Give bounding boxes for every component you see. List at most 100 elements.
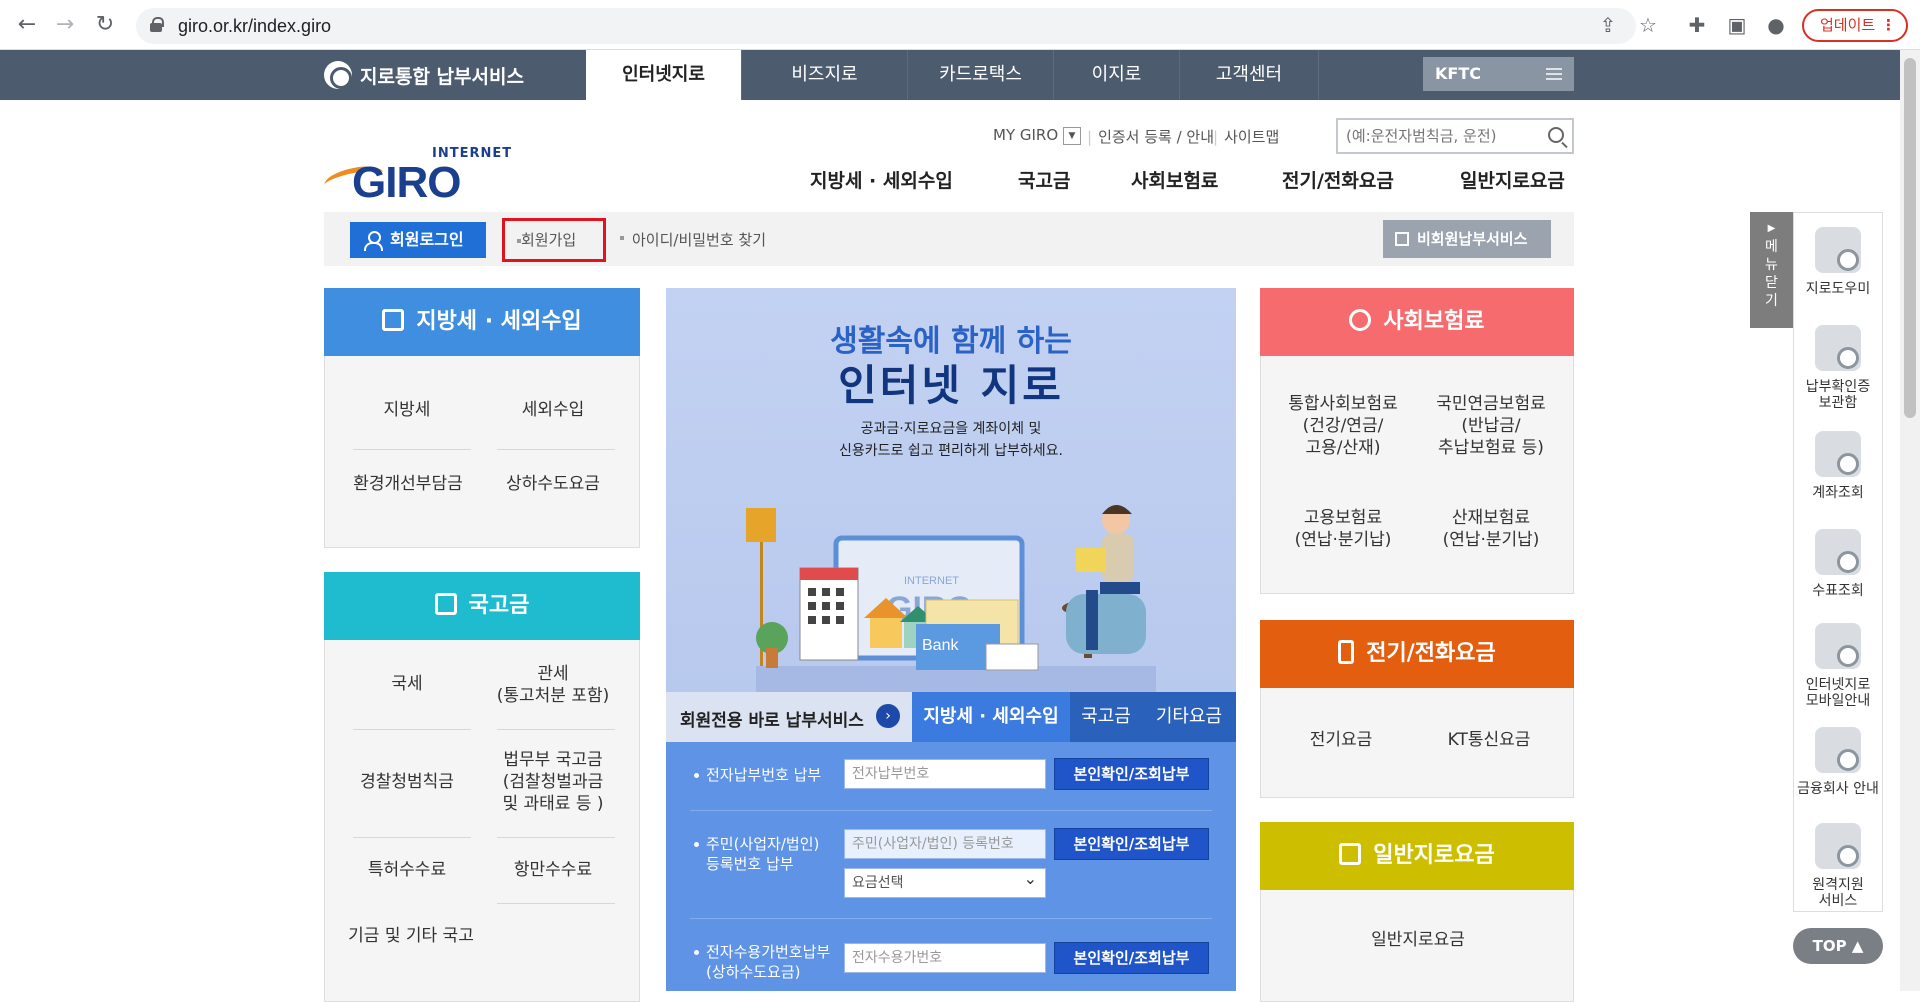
water-account-input[interactable]: 전자수용가번호	[844, 943, 1046, 973]
util-sitemap[interactable]: 사이트맵	[1213, 126, 1279, 147]
extensions-icon[interactable]: ✚	[1685, 13, 1709, 37]
util-mygiro[interactable]: MY GIRO	[993, 126, 1058, 144]
police-fine-item[interactable]: 경찰청범칙금	[347, 771, 467, 793]
nonmember-payment-button[interactable]: 비회원납부서비스	[1383, 220, 1551, 258]
electricity-item[interactable]: 전기요금	[1281, 729, 1401, 751]
employment-insurance-item[interactable]: 고용보험료 (연납·분기납)	[1273, 507, 1413, 551]
hamburger-icon	[1546, 68, 1562, 80]
logo-giro-text: GIRO	[352, 158, 461, 207]
national-title: 국고금	[468, 593, 530, 618]
divider	[497, 903, 615, 904]
update-button[interactable]: 업데이트 ⋮	[1802, 9, 1908, 42]
kftc-menu-button[interactable]: KFTC	[1423, 57, 1574, 91]
search-input[interactable]	[1338, 120, 1538, 152]
general-header[interactable]: 일반지로요금	[1260, 822, 1574, 890]
divider	[690, 810, 1212, 811]
env-charge-item[interactable]: 환경개선부담금	[339, 473, 477, 495]
close-menu-label: 메 뉴 닫 기	[1765, 239, 1778, 309]
divider	[497, 729, 615, 730]
non-tax-item[interactable]: 세외수입	[493, 399, 613, 421]
giro-logo[interactable]: INTERNET GIRO	[322, 146, 511, 207]
justice-item[interactable]: 법무부 국고금 (검찰청벌과금 및 과태료 등 )	[489, 749, 617, 815]
menu-national[interactable]: 국고금	[1018, 166, 1070, 193]
menu-social[interactable]: 사회보험료	[1131, 166, 1218, 193]
verify-button-3[interactable]: 본인확인/조회납부	[1054, 942, 1209, 974]
resident-no-input[interactable]: 주민(사업자/법인) 등록번호	[844, 829, 1046, 859]
quick-remote-support[interactable]: 원격지원 서비스	[1794, 823, 1882, 909]
port-fee-item[interactable]: 항만수수료	[493, 859, 613, 881]
tab-ezgiro[interactable]: 이지로	[1053, 50, 1179, 100]
quick-receipt-box[interactable]: 납부확인증 보관함	[1794, 325, 1882, 411]
sidepanel-icon[interactable]: ▣	[1725, 13, 1749, 37]
search-box	[1336, 118, 1574, 154]
address-bar[interactable]: giro.or.kr/index.giro	[136, 8, 1636, 44]
general-title: 일반지로요금	[1373, 843, 1495, 868]
main-banner[interactable]: 생활속에 함께 하는 인터넷 지로 공과금·지로요금을 계좌이체 및 신용카드로…	[666, 288, 1236, 692]
tab-national[interactable]: 국고금	[1070, 692, 1142, 742]
payment-form: 전자납부번호 납부 전자납부번호 본인확인/조회납부 주민(사업자/법인) 등록…	[666, 742, 1236, 991]
local-tax-item[interactable]: 지방세	[347, 399, 467, 421]
login-bar: 회원로그인 회원가입 아이디/비밀번호 찾기 비회원납부서비스	[324, 212, 1574, 266]
scrollbar-thumb[interactable]	[1904, 58, 1916, 418]
join-link[interactable]: 회원가입	[502, 218, 606, 262]
menu-general[interactable]: 일반지로요금	[1460, 166, 1565, 193]
coins-icon	[434, 593, 457, 615]
water-fee-item[interactable]: 상하수도요금	[493, 473, 613, 495]
fund-item[interactable]: 기금 및 기타 국고	[341, 925, 481, 947]
social-header[interactable]: 사회보험료	[1260, 288, 1574, 356]
quick-giro-helper[interactable]: 지로도우미	[1794, 227, 1882, 297]
tab-etc-fee[interactable]: 기타요금	[1142, 692, 1236, 742]
login-button[interactable]: 회원로그인	[350, 222, 486, 258]
lock-icon	[150, 17, 164, 32]
close-menu-tab[interactable]: ▶ 메 뉴 닫 기	[1750, 212, 1793, 328]
tab-internet-giro[interactable]: 인터넷지로	[586, 50, 741, 100]
util-cert[interactable]: 인증서 등록 / 안내	[1087, 126, 1214, 147]
social-panel: 사회보험료 통합사회보험료 (건강/연금/ 고용/산재) 국민연금보험료 (반납…	[1260, 288, 1574, 594]
national-header[interactable]: 국고금	[324, 572, 640, 640]
electronic-no-input[interactable]: 전자납부번호	[844, 759, 1046, 789]
quick-label: 인터넷지로 모바일안내	[1805, 677, 1871, 709]
quick-mobile-guide[interactable]: 인터넷지로 모바일안내	[1794, 623, 1882, 709]
arrow-right-icon[interactable]: ›	[876, 704, 900, 728]
profile-icon[interactable]: ●	[1764, 13, 1788, 37]
tab-cardrotax[interactable]: 카드로택스	[907, 50, 1053, 100]
quick-check-lookup[interactable]: 수표조회	[1794, 529, 1882, 599]
verify-button-2[interactable]: 본인확인/조회납부	[1054, 828, 1209, 860]
accident-insurance-item[interactable]: 산재보험료 (연납·분기납)	[1421, 507, 1561, 551]
national-tax-item[interactable]: 국세	[347, 673, 467, 695]
general-giro-item[interactable]: 일반지로요금	[1323, 929, 1513, 951]
forward-icon[interactable]: →	[52, 12, 78, 38]
brand-link[interactable]: 지로통합 납부서비스	[324, 60, 524, 92]
find-id-password-link[interactable]: 아이디/비밀번호 찾기	[608, 218, 766, 262]
divider	[690, 918, 1212, 919]
tab-biz-giro[interactable]: 비즈지로	[741, 50, 907, 100]
verify-button-1[interactable]: 본인확인/조회납부	[1054, 758, 1209, 790]
menu-utility[interactable]: 전기/전화요금	[1282, 166, 1394, 193]
kt-telecom-item[interactable]: KT통신요금	[1429, 729, 1549, 751]
integrated-insurance-item[interactable]: 통합사회보험료 (건강/연금/ 고용/산재)	[1273, 393, 1413, 459]
menu-local-tax[interactable]: 지방세 · 세외수입	[810, 166, 953, 193]
quick-account-lookup[interactable]: 계좌조회	[1794, 431, 1882, 501]
customs-item[interactable]: 관세 (통고처분 포함)	[493, 663, 613, 707]
dropdown-arrow-icon[interactable]: ▼	[1063, 127, 1081, 145]
utility-header[interactable]: 전기/전화요금	[1260, 620, 1574, 688]
reload-icon[interactable]: ↻	[92, 12, 118, 38]
back-icon[interactable]: ←	[14, 12, 40, 38]
patent-fee-item[interactable]: 특허수수료	[347, 859, 467, 881]
national-pension-item[interactable]: 국민연금보험료 (반납금/ 추납보험료 등)	[1421, 393, 1561, 459]
page-scrollbar[interactable]	[1900, 50, 1920, 991]
quick-bank-guide[interactable]: 금융회사 안내	[1794, 727, 1882, 797]
quick-label: 원격지원 서비스	[1812, 877, 1864, 909]
fee-type-select[interactable]: 요금선택	[844, 865, 1046, 898]
local-tax-header[interactable]: 지방세 · 세외수입	[324, 288, 640, 356]
search-icon[interactable]	[1548, 127, 1564, 143]
brand-label: 지로통합 납부서비스	[360, 66, 524, 88]
top-button[interactable]: TOP ▲	[1793, 928, 1883, 964]
tab-local-tax[interactable]: 지방세 · 세외수입	[912, 692, 1070, 742]
share-icon[interactable]: ⇪	[1596, 13, 1620, 37]
divider	[353, 729, 471, 730]
bookmark-star-icon[interactable]: ☆	[1636, 13, 1660, 37]
tab-customer-center[interactable]: 고객센터	[1179, 50, 1319, 100]
electronic-no-label: 전자납부번호 납부	[694, 765, 821, 785]
quick-label: 수표조회	[1812, 583, 1864, 599]
